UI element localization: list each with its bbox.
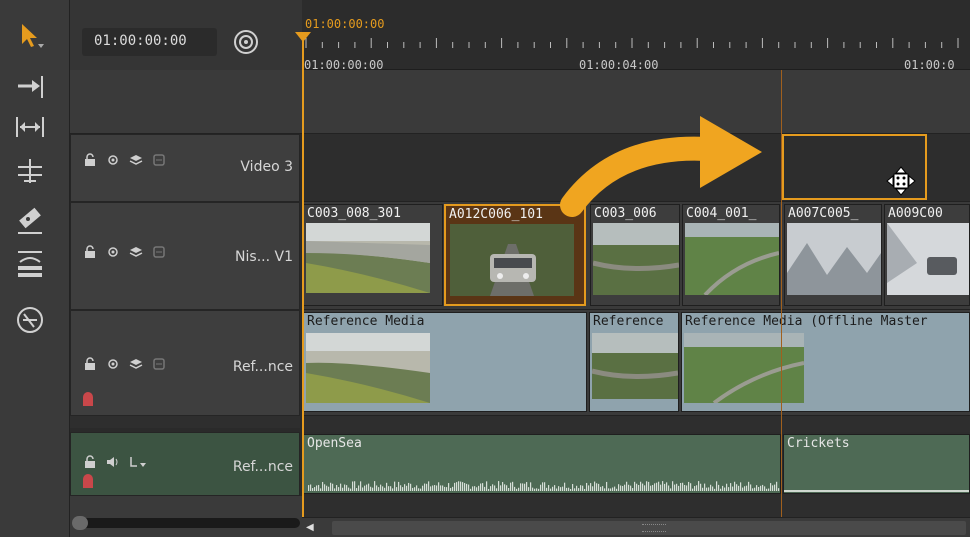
layers-icon[interactable] — [129, 245, 143, 263]
thumbnail-coast — [306, 223, 430, 293]
eye-icon[interactable] — [106, 153, 120, 171]
blend-icon[interactable] — [152, 153, 166, 171]
header-spacer — [70, 70, 302, 134]
clip-c003-008[interactable]: C003_008_301 — [303, 204, 443, 306]
playhead-line[interactable] — [302, 36, 304, 517]
audio-clip-opensea[interactable]: OpenSea — [303, 434, 781, 494]
track-header-audio[interactable]: Ref...nce — [70, 432, 300, 496]
thumbnail-hill — [684, 333, 804, 403]
move-cursor-icon — [886, 166, 916, 196]
blend-icon[interactable] — [152, 245, 166, 263]
record-tag-icon — [81, 391, 95, 411]
thumbnail-hill — [685, 223, 779, 295]
zoom-slider[interactable] — [72, 518, 300, 528]
clip-a009c00[interactable]: A009C00 — [884, 204, 970, 306]
clip-label: OpenSea — [307, 436, 362, 451]
thumbnail-road — [593, 223, 679, 295]
clip-label: Reference Media (Offline Master — [685, 314, 928, 329]
snap-icon[interactable] — [232, 28, 260, 56]
slip-icon[interactable] — [14, 112, 46, 142]
volume-icon[interactable] — [106, 455, 120, 473]
scroll-thumb[interactable] — [332, 521, 966, 535]
timeline-ruler[interactable]: 01:00:00:00 01:00:04:00 01:00:0 — [302, 0, 970, 72]
eye-icon[interactable] — [106, 245, 120, 263]
thumbnail-snow-car — [887, 223, 969, 295]
waveform — [784, 490, 969, 492]
clip-label: A012C006_101 — [449, 207, 543, 222]
thumbnail-coast — [306, 333, 430, 403]
clip-label: Crickets — [787, 436, 850, 451]
layers-icon[interactable] — [129, 357, 143, 375]
eye-icon[interactable] — [106, 357, 120, 375]
track-header-reference[interactable]: Ref...nce — [70, 310, 300, 416]
zoom-icon[interactable] — [14, 305, 46, 335]
move-arrow-annotation — [560, 116, 762, 217]
scroll-left-icon[interactable]: ◀ — [306, 522, 326, 534]
thumbnail-snow-trees — [787, 223, 881, 295]
audio-clip-crickets[interactable]: Crickets — [783, 434, 970, 494]
thumbnail-car — [450, 224, 574, 296]
track-select-icon[interactable] — [14, 72, 46, 102]
horizontal-scrollbar[interactable]: ◀ — [302, 517, 970, 537]
blend-icon[interactable] — [152, 357, 166, 375]
track-name-reference: Ref...nce — [232, 359, 293, 375]
track-name-video3: Video 3 — [240, 159, 293, 175]
grip-icon — [642, 524, 666, 532]
tool-strip — [0, 0, 70, 537]
thumbnail-road — [592, 333, 678, 399]
lock-icon[interactable] — [83, 357, 97, 375]
playhead-timecode: 01:00:00:00 — [305, 17, 385, 31]
ref-clip-reference-media[interactable]: Reference Media — [303, 312, 587, 412]
clip-label: C003_008_301 — [307, 206, 401, 221]
drop-marker-line — [781, 70, 782, 517]
zoom-area — [70, 496, 302, 537]
clip-label: Reference Media — [307, 314, 425, 329]
track-name-v1: Nis... V1 — [235, 249, 293, 265]
select-arrow-icon[interactable] — [14, 20, 46, 50]
playhead-handle[interactable] — [295, 32, 311, 42]
record-tag-icon — [81, 473, 95, 493]
clip-label: A009C00 — [888, 206, 943, 221]
layers-icon[interactable] — [129, 153, 143, 171]
lock-icon[interactable] — [83, 153, 97, 171]
zoom-slider-handle[interactable] — [72, 516, 88, 530]
track-gap — [70, 416, 300, 428]
channel-icon[interactable] — [129, 455, 146, 473]
lock-icon[interactable] — [83, 245, 97, 263]
lane-gap — [302, 416, 970, 432]
lock-icon[interactable] — [83, 455, 97, 473]
track-header-video3[interactable]: Video 3 — [70, 134, 300, 202]
track-name-audio: Ref...nce — [232, 459, 293, 475]
lane-bottom — [302, 496, 970, 517]
clip-a007c005[interactable]: A007C005_ — [784, 204, 882, 306]
ripple-icon[interactable] — [14, 155, 46, 185]
clip-label: Reference — [593, 314, 664, 329]
spacer-icon[interactable] — [14, 248, 46, 278]
ref-clip-offline-master[interactable]: Reference Media (Offline Master — [681, 312, 970, 412]
ref-clip-reference[interactable]: Reference — [589, 312, 679, 412]
timecode-display[interactable]: 01:00:00:00 — [82, 28, 217, 56]
razor-icon[interactable] — [14, 205, 46, 235]
waveform — [308, 481, 780, 491]
track-header-v1[interactable]: Nis... V1 — [70, 202, 300, 310]
clip-label: A007C005_ — [788, 206, 859, 221]
